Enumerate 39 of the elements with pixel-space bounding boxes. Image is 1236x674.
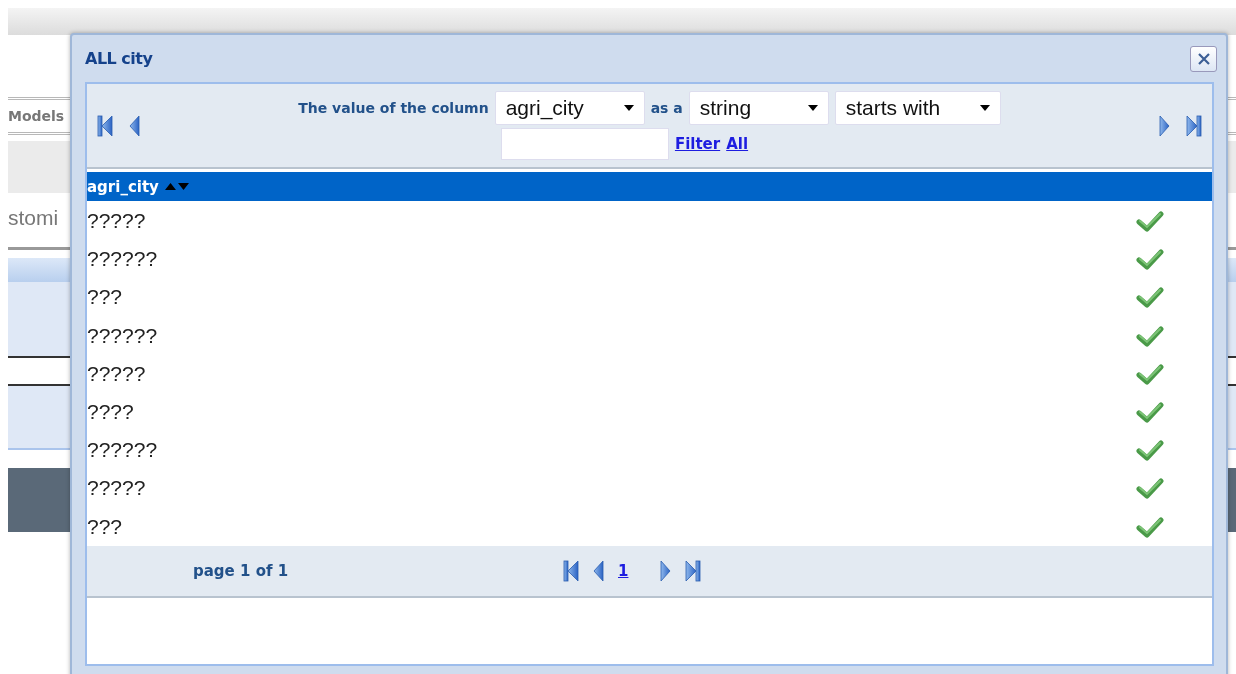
page-info: page 1 of 1 [193,561,290,580]
previous-page-icon[interactable] [593,559,604,582]
filter-label: The value of the column [298,100,489,116]
page-link[interactable]: 1 [618,561,629,580]
filter-label: as a [650,100,683,116]
next-page-icon[interactable] [660,559,672,582]
last-page-icon[interactable] [685,559,702,582]
sort-descending-icon[interactable] [177,183,189,190]
filter-link[interactable]: Filter [674,135,721,153]
close-icon [1196,51,1211,66]
close-button[interactable] [1190,45,1217,72]
table-cell: ????? [87,476,146,501]
column-label: agri_city [87,177,159,196]
last-page-icon[interactable] [1186,114,1202,137]
operator-dropdown[interactable]: starts with [834,91,1001,125]
table-cell: ?????? [87,247,158,272]
next-page-icon[interactable] [1159,114,1170,137]
caret-icon [623,105,634,111]
first-page-icon[interactable] [563,559,579,582]
table-cell: ????? [87,361,146,386]
filter-link[interactable]: All [726,135,749,153]
column-header[interactable]: agri_city [87,172,1212,201]
first-page-icon[interactable] [97,114,113,137]
table-cell: ??? [87,285,123,310]
filter-input[interactable] [500,128,669,160]
table-cell: ???? [87,400,134,425]
table-cell: ?????? [87,438,158,463]
column-dropdown[interactable]: agri_city [494,91,645,125]
table-cell: ?????? [87,323,158,348]
caret-icon [979,105,990,111]
tab[interactable]: Models [8,108,65,124]
type-dropdown[interactable]: string [688,91,829,125]
dialog-title: ALL city [85,49,153,68]
table-cell: ????? [87,209,146,234]
label: stomi [8,206,59,230]
sort-ascending-icon[interactable] [164,183,176,190]
caret-icon [807,105,818,111]
table-cell: ??? [87,514,123,539]
previous-page-icon[interactable] [129,114,140,137]
